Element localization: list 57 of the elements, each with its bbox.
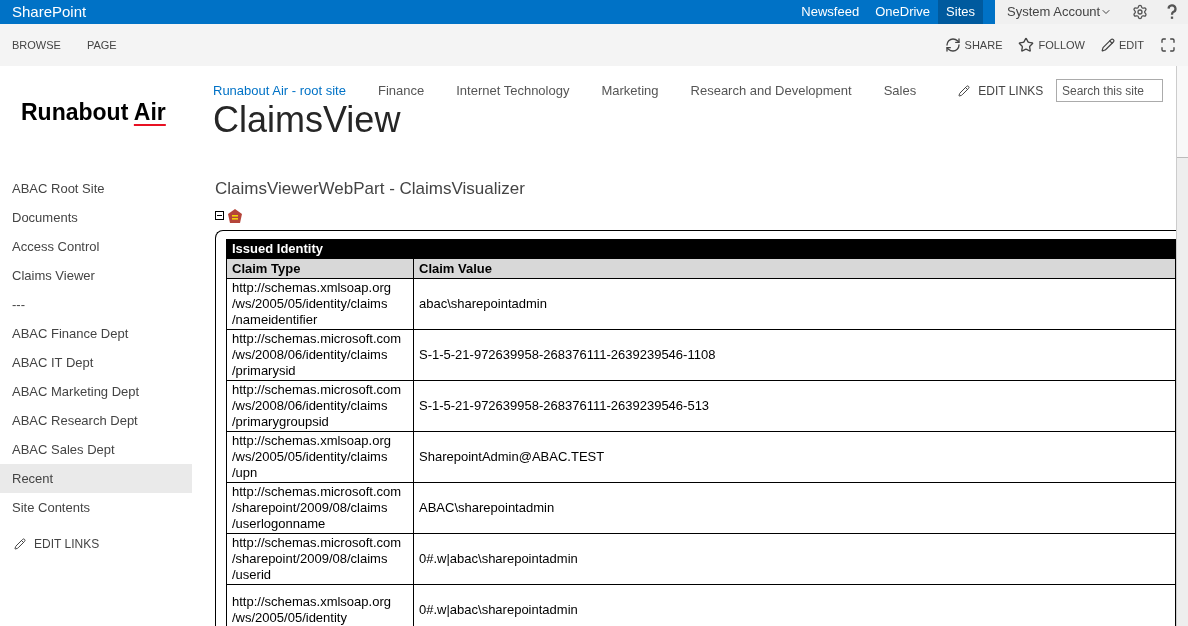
share-icon <box>944 37 961 53</box>
table-cell: http://schemas.xmlsoap.org/ws/2005/05/identity <box>226 584 414 626</box>
column-header: Claim Value <box>413 258 1176 279</box>
account-menu[interactable]: System Account <box>1007 2 1113 22</box>
table-cell: S-1-5-21-972639958-268376111-2639239546-1108 <box>413 329 1176 381</box>
nav-link[interactable]: ABAC Root Site <box>0 174 192 203</box>
share-action[interactable]: SHARE <box>944 36 1003 54</box>
nav-link[interactable]: ABAC Marketing Dept <box>0 377 192 406</box>
nav-link[interactable]: ABAC Finance Dept <box>0 319 192 348</box>
table-cell: abac\sharepointadmin <box>413 278 1176 330</box>
edit-links-button[interactable]: EDIT LINKS <box>958 81 1044 100</box>
help-icon[interactable] <box>1164 2 1180 22</box>
star-icon <box>1018 37 1035 53</box>
table-cell: SharepointAdmin@ABAC.TEST <box>413 431 1176 483</box>
top-nav-link[interactable]: Research and Development <box>690 80 852 101</box>
table-cell: S-1-5-21-972639958-268376111-2639239546-513 <box>413 380 1176 432</box>
nav-link[interactable]: Site Contents <box>0 493 192 522</box>
edit-links-button[interactable]: EDIT LINKS <box>0 535 192 553</box>
nav-link[interactable]: Access Control <box>0 232 192 261</box>
suite-link[interactable]: Sites <box>938 0 983 24</box>
suite-link[interactable]: Newsfeed <box>793 0 868 24</box>
nav-link[interactable]: ABAC Sales Dept <box>0 435 192 464</box>
page-title: ClaimsView <box>213 102 402 138</box>
nav-link[interactable]: Claims Viewer <box>0 261 192 290</box>
follow-action[interactable]: FOLLOW <box>1018 36 1085 54</box>
scrollbar[interactable] <box>1176 66 1188 626</box>
pencil-icon <box>1100 38 1115 52</box>
table-cell: ABAC\sharepointadmin <box>413 482 1176 534</box>
column-header: Claim Type <box>226 258 414 279</box>
nav-link[interactable]: ABAC Research Dept <box>0 406 192 435</box>
focus-icon <box>1160 37 1176 53</box>
top-nav-link[interactable]: Internet Technology <box>456 80 570 101</box>
table-caption: Issued Identity <box>226 239 1176 258</box>
site-logo[interactable]: Runabout Air <box>21 94 166 130</box>
ribbon-tab[interactable]: BROWSE <box>0 36 75 54</box>
brand-name[interactable]: SharePoint <box>0 0 87 24</box>
table-cell: 0#.w|abac\sharepointadmin <box>413 533 1176 585</box>
focus-action[interactable] <box>1160 37 1176 53</box>
ribbon-tab[interactable]: PAGE <box>74 36 131 54</box>
search-field[interactable]: Search this site <box>1056 79 1163 102</box>
pencil-icon <box>14 538 26 550</box>
top-nav-link[interactable]: Finance <box>377 80 425 101</box>
table-cell: http://schemas.microsoft.com/sharepoint/2009/08/claims/userid <box>226 533 414 585</box>
top-nav-link[interactable]: Sales <box>883 80 917 101</box>
pencil-icon <box>958 84 971 97</box>
edit-action[interactable]: EDIT <box>1100 36 1144 54</box>
nav-link[interactable]: ABAC IT Dept <box>0 348 192 377</box>
nav-link[interactable]: Recent <box>0 464 192 493</box>
top-nav-link[interactable]: Marketing <box>601 80 659 101</box>
nav-link[interactable]: --- <box>0 290 192 319</box>
settings-icon[interactable] <box>1132 4 1148 20</box>
top-nav-link[interactable]: Runabout Air - root site <box>213 80 346 101</box>
nav-link[interactable]: Documents <box>0 203 192 232</box>
collapse-icon[interactable] <box>215 211 224 220</box>
web-part-title: ClaimsViewerWebPart - ClaimsVisualizer <box>215 178 526 200</box>
badge-icon <box>227 207 243 224</box>
suite-link[interactable]: OneDrive <box>867 0 939 24</box>
